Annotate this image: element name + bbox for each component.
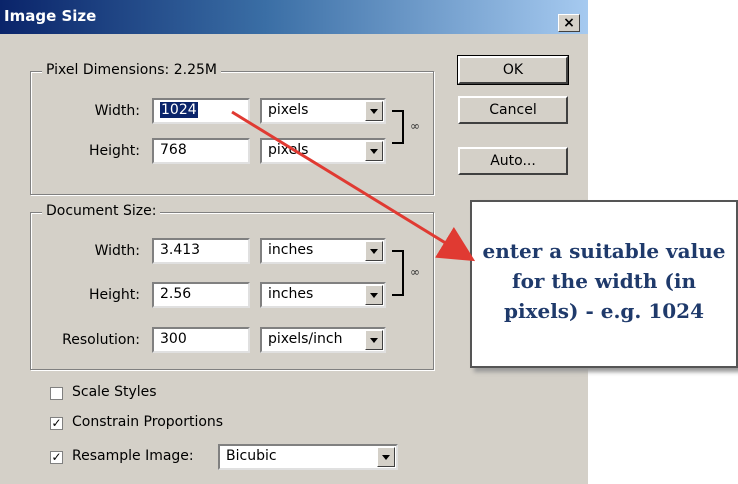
resolution-input[interactable]: 300 [152, 327, 250, 353]
chevron-down-icon[interactable] [365, 285, 383, 305]
doc-height-input[interactable]: 2.56 [152, 282, 250, 308]
resolution-value: 300 [160, 331, 187, 347]
chevron-down-icon[interactable] [365, 241, 383, 261]
pixel-width-input[interactable]: 1024 [152, 98, 250, 124]
chain-link-icon: ∞ [410, 119, 420, 133]
resample-method-select[interactable]: Bicubic [218, 444, 398, 470]
pixel-dimensions-legend: Pixel Dimensions: 2.25M [42, 62, 221, 78]
pixel-width-unit-select[interactable]: pixels [260, 98, 386, 124]
chevron-down-icon[interactable] [365, 101, 383, 121]
constrain-proportions-checkbox[interactable]: ✓ [50, 417, 63, 430]
doc-width-value: 3.413 [160, 242, 201, 258]
pixel-height-input[interactable]: 768 [152, 138, 250, 164]
doc-width-unit-value: inches [268, 242, 314, 258]
scale-styles-label: Scale Styles [72, 384, 157, 400]
doc-height-label: Height: [89, 287, 140, 303]
pixel-height-unit-value: pixels [268, 142, 309, 158]
pixel-width-value: 1024 [160, 102, 198, 118]
chain-link-icon: ∞ [410, 265, 420, 279]
pixel-dimensions-group [30, 71, 434, 195]
pixel-width-label: Width: [94, 103, 140, 119]
chevron-down-icon[interactable] [365, 141, 383, 161]
resolution-unit-select[interactable]: pixels/inch [260, 327, 386, 353]
ok-button[interactable]: OK [457, 55, 569, 85]
annotation-line: for the width (in [511, 269, 697, 293]
annotation-line: enter a suitable value [482, 239, 726, 263]
resample-image-checkbox[interactable]: ✓ [50, 451, 63, 464]
doc-height-value: 2.56 [160, 286, 192, 302]
window-title: Image Size [4, 7, 97, 25]
link-bracket [392, 110, 404, 144]
resolution-label: Resolution: [62, 332, 140, 348]
constrain-proportions-label: Constrain Proportions [72, 414, 224, 430]
resample-image-label: Resample Image: [72, 448, 194, 464]
doc-width-label: Width: [94, 243, 140, 259]
doc-width-unit-select[interactable]: inches [260, 238, 386, 264]
document-size-legend: Document Size: [42, 203, 161, 219]
doc-width-input[interactable]: 3.413 [152, 238, 250, 264]
resolution-unit-value: pixels/inch [268, 331, 343, 347]
pixel-width-unit-value: pixels [268, 102, 309, 118]
doc-height-unit-value: inches [268, 286, 314, 302]
link-bracket [392, 250, 404, 296]
title-bar[interactable]: Image Size × [0, 0, 588, 34]
doc-height-unit-select[interactable]: inches [260, 282, 386, 308]
auto-button[interactable]: Auto... [458, 147, 568, 175]
chevron-down-icon[interactable] [377, 447, 395, 467]
annotation-line: pixels) - e.g. 1024 [503, 299, 705, 323]
cancel-button[interactable]: Cancel [458, 96, 568, 124]
close-button[interactable]: × [558, 14, 580, 32]
scale-styles-checkbox[interactable] [50, 387, 63, 400]
resample-method-value: Bicubic [226, 448, 277, 464]
pixel-height-value: 768 [160, 142, 187, 158]
pixel-height-label: Height: [89, 143, 140, 159]
pixel-height-unit-select[interactable]: pixels [260, 138, 386, 164]
annotation-callout: enter a suitable value for the width (in… [470, 200, 738, 368]
chevron-down-icon[interactable] [365, 330, 383, 350]
